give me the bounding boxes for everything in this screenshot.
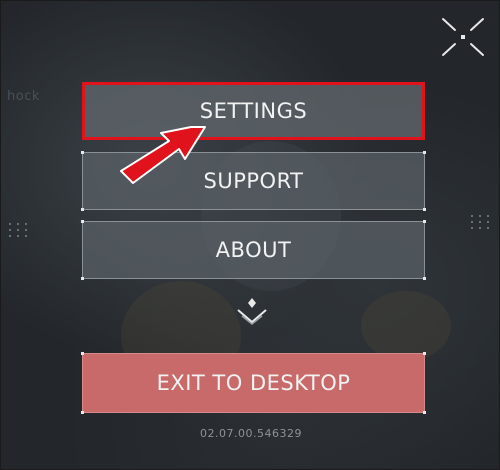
decorative-dots-right: [471, 215, 491, 229]
corner-marker: [423, 220, 426, 223]
chevron-down-icon[interactable]: [234, 296, 270, 330]
corner-marker: [81, 208, 84, 211]
corner-marker: [81, 220, 84, 223]
corner-marker: [81, 352, 84, 355]
corner-marker: [423, 352, 426, 355]
exit-button-label: EXIT TO DESKTOP: [156, 371, 351, 395]
settings-button-label: SETTINGS: [199, 99, 308, 123]
exit-to-desktop-button[interactable]: EXIT TO DESKTOP: [81, 352, 426, 414]
support-button[interactable]: SUPPORT: [81, 151, 426, 211]
game-menu-frame: hock SETTINGS SUPPORT ABOUT EXIT TO DESK…: [0, 0, 500, 470]
about-button-label: ABOUT: [215, 238, 292, 262]
corner-marker: [423, 208, 426, 211]
corner-marker: [423, 151, 426, 154]
background-silhouette: [361, 291, 451, 361]
corner-marker: [423, 277, 426, 280]
about-button[interactable]: ABOUT: [81, 220, 426, 280]
background-partial-text: hock: [7, 89, 40, 104]
corner-marker: [423, 411, 426, 414]
support-button-label: SUPPORT: [203, 169, 304, 193]
expand-icon[interactable]: [437, 14, 489, 60]
version-label: 02.07.00.546329: [200, 427, 302, 440]
settings-button[interactable]: SETTINGS: [82, 82, 425, 140]
corner-marker: [81, 277, 84, 280]
decorative-dots-left: [9, 223, 29, 237]
corner-marker: [81, 411, 84, 414]
corner-marker: [81, 151, 84, 154]
